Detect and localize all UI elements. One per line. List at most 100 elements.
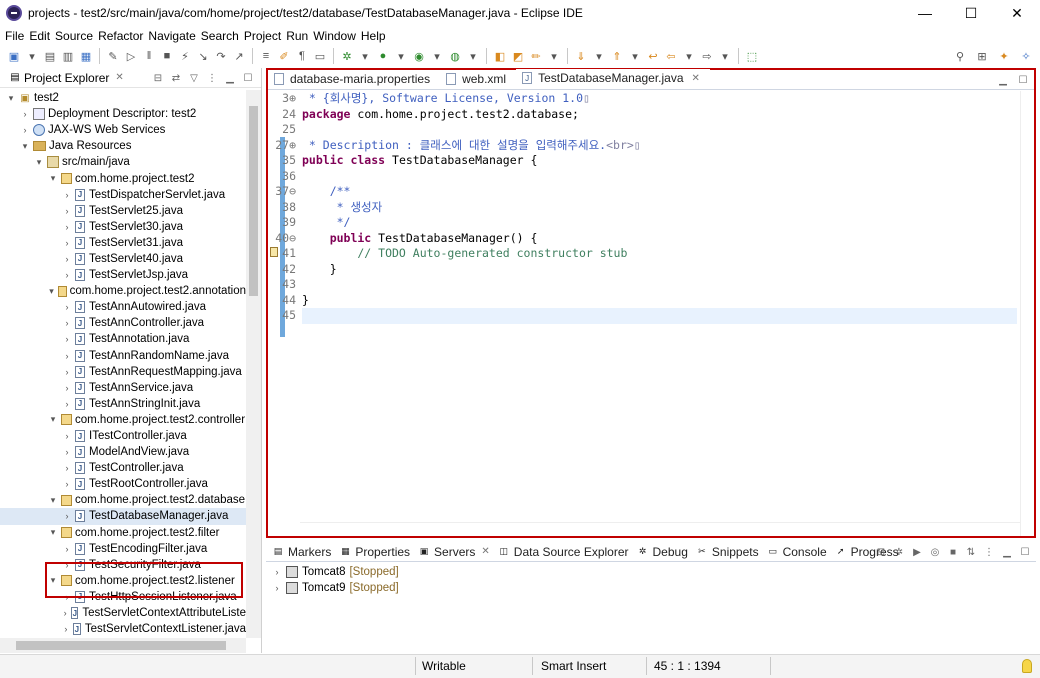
search-tool-icon[interactable]: ✏ (528, 48, 544, 64)
back-icon[interactable]: ⇦ (663, 48, 679, 64)
code-line[interactable]: public TestDatabaseManager() { (302, 231, 1017, 247)
new-icon[interactable]: ▣ (6, 48, 22, 64)
tree-item[interactable]: ▾ com.home.project.test2.filter (0, 525, 246, 541)
step-return-icon[interactable]: ↗ (231, 48, 247, 64)
bottom-tab-markers[interactable]: ▤ Markers (270, 545, 337, 559)
editor-tab[interactable]: web.xml (440, 69, 516, 89)
menu-run[interactable]: Run (285, 29, 312, 43)
run-icon[interactable]: ● (375, 48, 391, 64)
close-icon[interactable]: ✕ (115, 72, 123, 83)
bottom-tab-debug[interactable]: ✲ Debug (635, 545, 694, 559)
code-line[interactable]: * 생성자 (302, 200, 1017, 216)
menu-project[interactable]: Project (243, 29, 285, 43)
tree-item[interactable]: › J TestDatabaseManager.java (0, 508, 246, 525)
collapsed-arrow-icon[interactable]: › (20, 109, 30, 119)
server-row[interactable]: › Tomcat9 [Stopped] (266, 580, 1036, 596)
collapsed-arrow-icon[interactable]: › (62, 479, 72, 489)
dropdown-icon[interactable]: ▾ (681, 48, 697, 64)
code-line[interactable] (302, 308, 1017, 324)
coverage-icon[interactable]: ◉ (411, 48, 427, 64)
debug-perspective-icon[interactable]: ✧ (1018, 48, 1034, 64)
dropdown-icon[interactable]: ▾ (393, 48, 409, 64)
link-editor-icon[interactable]: ⇄ (169, 71, 183, 85)
code-line[interactable]: /** (302, 184, 1017, 200)
tree-item[interactable]: › J TestServlet30.java (0, 219, 246, 235)
tip-bulb-icon[interactable] (1022, 659, 1032, 673)
tree-item[interactable]: › J ITestController.java (0, 428, 246, 444)
minimize-view-icon[interactable]: ▁ (223, 71, 237, 85)
source-code[interactable]: * {회사명}, Software License, Version 1.0▯ p… (302, 91, 1017, 324)
collapsed-arrow-icon[interactable]: › (62, 302, 72, 312)
menu-navigate[interactable]: Navigate (147, 29, 199, 43)
tree-item[interactable]: › J TestServlet31.java (0, 235, 246, 251)
highlight-icon[interactable]: ✐ (276, 48, 292, 64)
collapsed-arrow-icon[interactable]: › (62, 270, 72, 280)
tree-item[interactable]: ▾ com.home.project.test2.database (0, 492, 246, 508)
terminate-icon[interactable]: ■ (159, 48, 175, 64)
collapsed-arrow-icon[interactable]: › (62, 254, 72, 264)
code-line[interactable]: public class TestDatabaseManager { (302, 153, 1017, 169)
tree-item[interactable]: › Deployment Descriptor: test2 (0, 106, 246, 122)
tree-item[interactable]: › J TestServletJsp.java (0, 267, 246, 283)
code-line[interactable]: * {회사명}, Software License, Version 1.0▯ (302, 91, 1017, 107)
minimize-editor-icon[interactable]: ▁ (996, 73, 1010, 87)
maximize-button[interactable]: ☐ (948, 0, 994, 26)
skip-breakpoints-icon[interactable]: ✎ (105, 48, 121, 64)
forward-icon[interactable]: ⇨ (699, 48, 715, 64)
editor-tab[interactable]: J TestDatabaseManager.java ✕ (516, 69, 710, 89)
dropdown-icon[interactable]: ▾ (627, 48, 643, 64)
collapsed-arrow-icon[interactable]: › (62, 351, 72, 361)
suspend-icon[interactable]: ‖ (141, 48, 157, 64)
code-line[interactable]: * Description : 클래스에 대한 설명을 입력해주세요.<br>▯ (302, 138, 1017, 154)
server-row[interactable]: › Tomcat8 [Stopped] (266, 564, 1036, 580)
format-icon[interactable]: ≡ (258, 48, 274, 64)
prev-annotation-icon[interactable]: ⇑ (609, 48, 625, 64)
editor-tab[interactable]: database-maria.properties (268, 69, 440, 89)
collapsed-arrow-icon[interactable]: › (62, 544, 72, 554)
minimize-view-icon[interactable]: ▁ (1000, 545, 1014, 559)
dropdown-icon[interactable]: ▾ (465, 48, 481, 64)
code-line[interactable]: // TODO Auto-generated constructor stub (302, 246, 1017, 262)
collapsed-arrow-icon[interactable]: › (272, 583, 282, 593)
bottom-tab-properties[interactable]: ▦ Properties (337, 545, 416, 559)
tree-horizontal-scrollbar[interactable] (0, 638, 246, 653)
menu-help[interactable]: Help (360, 29, 390, 43)
collapsed-arrow-icon[interactable]: › (272, 567, 282, 577)
tree-item[interactable]: › J TestController.java (0, 460, 246, 476)
tree-item[interactable]: › J TestAnnRandomName.java (0, 348, 246, 364)
collapse-all-icon[interactable]: ⊟ (151, 71, 165, 85)
resume-icon[interactable]: ▷ (123, 48, 139, 64)
dropdown-icon[interactable]: ▾ (546, 48, 562, 64)
tree-item[interactable]: › J TestServlet25.java (0, 203, 246, 219)
tree-item[interactable]: ▾ Java Resources (0, 138, 246, 154)
block-selection-icon[interactable]: ▭ (312, 48, 328, 64)
profile-server-icon[interactable]: ◎ (928, 545, 942, 559)
dropdown-icon[interactable]: ▾ (591, 48, 607, 64)
close-icon[interactable]: ✕ (692, 73, 700, 84)
menu-search[interactable]: Search (200, 29, 243, 43)
collapse-icon[interactable]: ⊟ (874, 545, 888, 559)
search-icon[interactable]: ⚲ (952, 48, 968, 64)
code-line[interactable]: */ (302, 215, 1017, 231)
collapsed-arrow-icon[interactable]: › (20, 125, 30, 135)
print-icon[interactable]: ▦ (78, 48, 94, 64)
tree-item[interactable]: › J TestAnnotation.java (0, 331, 246, 347)
step-into-icon[interactable]: ↘ (195, 48, 211, 64)
stop-server-icon[interactable]: ■ (946, 545, 960, 559)
pin-editor-icon[interactable]: ⬚ (744, 48, 760, 64)
collapsed-arrow-icon[interactable]: › (62, 318, 72, 328)
maximize-editor-icon[interactable]: ☐ (1016, 73, 1030, 87)
filter-icon[interactable]: ▽ (187, 71, 201, 85)
view-menu-icon[interactable]: ⋮ (982, 545, 996, 559)
collapsed-arrow-icon[interactable]: › (62, 447, 72, 457)
save-icon[interactable]: ▤ (42, 48, 58, 64)
expanded-arrow-icon[interactable]: ▾ (48, 173, 58, 184)
editor-vertical-scrollbar[interactable] (1020, 91, 1034, 536)
menu-refactor[interactable]: Refactor (97, 29, 147, 43)
expanded-arrow-icon[interactable]: ▾ (48, 414, 58, 425)
tree-item[interactable]: › J TestServletContextAttributeListe (0, 605, 246, 621)
code-line[interactable] (302, 169, 1017, 185)
tree-item[interactable]: › J TestDispatcherServlet.java (0, 187, 246, 203)
tree-item[interactable]: ▾ src/main/java (0, 154, 246, 170)
menu-file[interactable]: File (4, 29, 28, 43)
